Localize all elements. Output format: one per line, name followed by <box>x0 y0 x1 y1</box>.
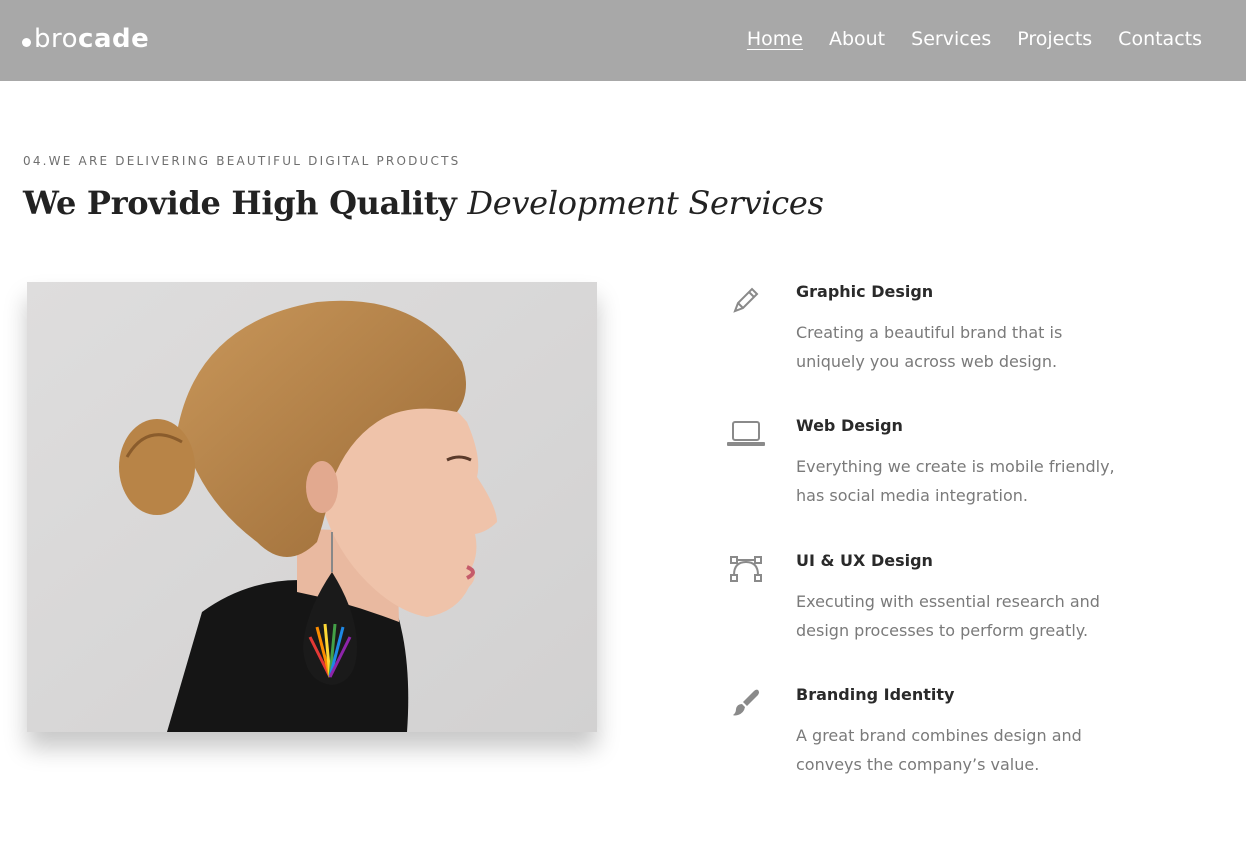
headline-bold-part: We Provide High Quality <box>23 184 457 222</box>
nav-link-about[interactable]: About <box>829 26 885 52</box>
paintbrush-icon <box>724 685 768 721</box>
main-nav: Home About Services Projects Contacts <box>747 26 1202 52</box>
nav-link-services[interactable]: Services <box>911 26 991 52</box>
nav-link-home[interactable]: Home <box>747 26 803 52</box>
nav-link-projects[interactable]: Projects <box>1017 26 1092 52</box>
nav-link-contacts[interactable]: Contacts <box>1118 26 1202 52</box>
vector-path-icon <box>724 551 768 587</box>
navbar: brocade Home About Services Projects Con… <box>0 0 1246 81</box>
service-title: Branding Identity <box>796 685 955 704</box>
headline-italic-part: Development Services <box>467 184 824 222</box>
profile-photo <box>27 282 597 732</box>
laptop-icon <box>724 416 768 452</box>
service-description: Everything we create is mobile friendly,… <box>796 457 1115 505</box>
pencil-icon <box>724 282 768 318</box>
section-headline: We Provide High Quality Development Serv… <box>23 184 824 222</box>
service-description: Creating a beautiful brand that is uniqu… <box>796 323 1063 371</box>
logo-dot <box>22 38 31 47</box>
brand-logo[interactable]: brocade <box>22 24 149 58</box>
service-description: Executing with essential research and de… <box>796 592 1100 640</box>
logo-text-bold: cade <box>78 24 150 54</box>
section-eyebrow: 04.WE ARE DELIVERING BEAUTIFUL DIGITAL P… <box>23 154 461 168</box>
service-title: UI & UX Design <box>796 551 933 570</box>
service-title: Web Design <box>796 416 903 435</box>
service-description: A great brand combines design and convey… <box>796 726 1082 774</box>
logo-text-light: bro <box>34 24 79 54</box>
service-title: Graphic Design <box>796 282 934 301</box>
